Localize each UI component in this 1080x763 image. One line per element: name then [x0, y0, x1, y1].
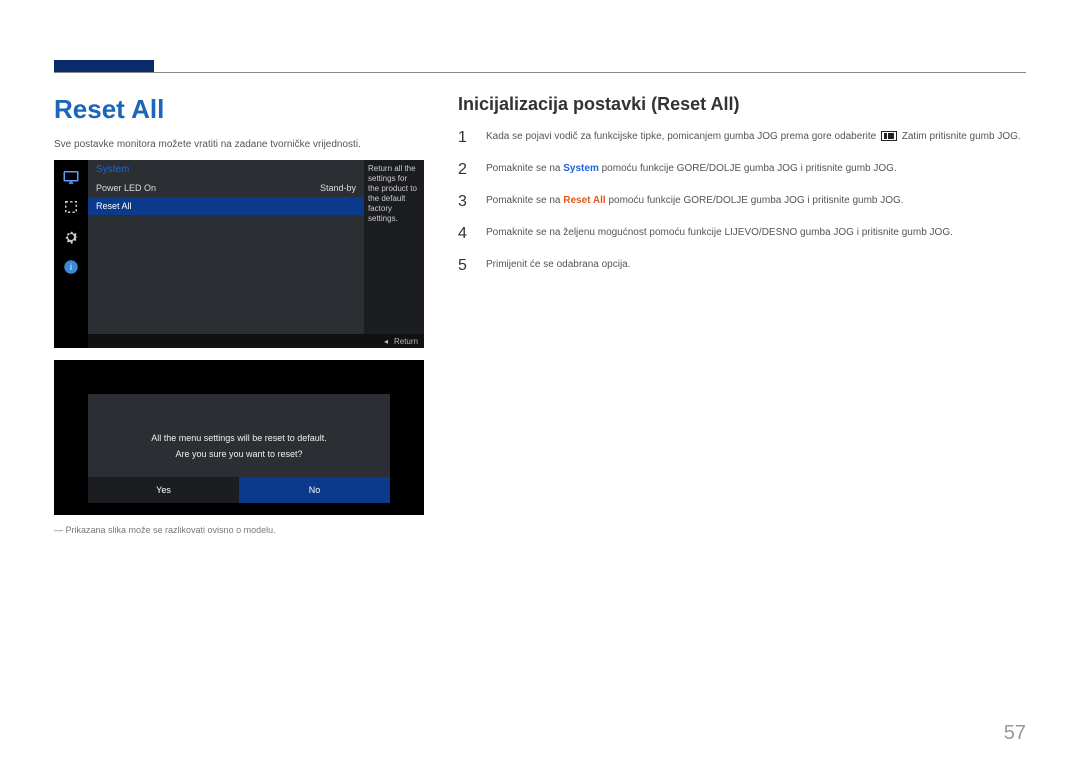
step-number: 4: [458, 225, 472, 243]
osd-row-label: Reset All: [96, 201, 132, 211]
osd-menu-header: System: [88, 160, 364, 179]
step: 4 Pomaknite se na željenu mogućnost pomoć…: [458, 225, 1026, 243]
dialog-yes-button: Yes: [88, 477, 239, 503]
confirm-dialog-screenshot: All the menu settings will be reset to d…: [54, 360, 424, 515]
steps-list: 1 Kada se pojavi vodič za funkcijske tipk…: [458, 129, 1026, 275]
osd-row-label: Power LED On: [96, 183, 156, 193]
page-number: 57: [1004, 722, 1026, 745]
return-arrow-icon: ◂: [384, 337, 388, 346]
header-rule: [54, 72, 1026, 73]
dialog-line1: All the menu settings will be reset to d…: [151, 433, 327, 443]
header-accent-bar: [54, 60, 154, 72]
step-number: 1: [458, 129, 472, 147]
osd-body: System Power LED On Stand-by Reset All: [88, 160, 364, 334]
step-text: Kada se pojavi vodič za funkcijske tipke…: [486, 129, 1026, 144]
osd-menu-row: Power LED On Stand-by: [88, 179, 364, 197]
menu-icon: [881, 131, 897, 141]
svg-text:i: i: [70, 262, 72, 272]
step-number: 3: [458, 193, 472, 211]
osd-footer: ◂ Return: [88, 334, 424, 348]
step-text: Pomaknite se na Reset All pomoću funkcij…: [486, 193, 1026, 208]
page-subtitle: Sve postavke monitora možete vratiti na …: [54, 139, 424, 150]
osd-sidebar: i: [54, 160, 88, 348]
step-text: Primijenit će se odabrana opcija.: [486, 257, 1026, 272]
osd-description: Return all the settings for the product …: [364, 160, 424, 334]
step-text: Pomaknite se na System pomoću funkcije G…: [486, 161, 1026, 176]
step-text: Pomaknite se na željenu mogućnost pomoću…: [486, 225, 1026, 240]
step-highlight: Reset All: [563, 195, 605, 206]
model-disclaimer: ― Prikazana slika može se razlikovati ov…: [54, 525, 424, 535]
step-number: 5: [458, 257, 472, 275]
left-column: Reset All Sve postavke monitora možete v…: [54, 94, 424, 535]
step-highlight: System: [563, 163, 599, 174]
section-heading: Inicijalizacija postavki (Reset All): [458, 94, 1026, 115]
dialog-no-button: No: [239, 477, 390, 503]
osd-row-value: Stand-by: [320, 183, 356, 193]
gear-icon: [60, 226, 82, 248]
step: 1 Kada se pojavi vodič za funkcijske tipk…: [458, 129, 1026, 147]
osd-screenshot: i System Power LED On Stand-by Reset All R…: [54, 160, 424, 348]
osd-menu-row: Reset All: [88, 197, 364, 215]
step: 5 Primijenit će se odabrana opcija.: [458, 257, 1026, 275]
dialog-line2: Are you sure you want to reset?: [175, 449, 302, 459]
square-target-icon: [60, 196, 82, 218]
step: 2 Pomaknite se na System pomoću funkcije …: [458, 161, 1026, 179]
step-number: 2: [458, 161, 472, 179]
info-icon: i: [60, 256, 82, 278]
osd-footer-label: Return: [394, 337, 418, 346]
monitor-icon: [60, 166, 82, 188]
right-column: Inicijalizacija postavki (Reset All) 1 Ka…: [458, 94, 1026, 535]
step: 3 Pomaknite se na Reset All pomoću funkci…: [458, 193, 1026, 211]
page-title: Reset All: [54, 94, 424, 125]
